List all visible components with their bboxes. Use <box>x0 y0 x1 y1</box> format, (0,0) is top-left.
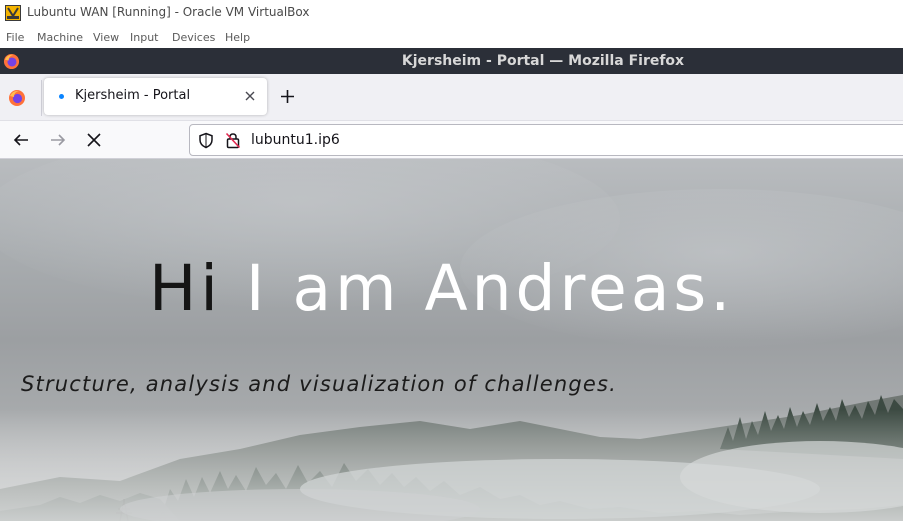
hero-greeting: Hi <box>149 252 222 325</box>
url-text[interactable]: lubuntu1.ip6 <box>251 132 340 148</box>
vm-screen[interactable]: Kjersheim - Portal — Mozilla Firefox Kje… <box>0 48 903 521</box>
vbox-title-bar: Lubuntu WAN [Running] - Oracle VM Virtua… <box>0 0 903 26</box>
url-bar[interactable]: lubuntu1.ip6 <box>189 124 903 156</box>
insecure-connection-lock-icon[interactable] <box>225 132 241 149</box>
tab-separator <box>41 80 42 116</box>
vbox-menubar: File Machine View Input Devices Help <box>0 28 903 47</box>
menu-machine[interactable]: Machine <box>37 31 83 44</box>
firefox-view-icon[interactable] <box>8 89 26 107</box>
virtualbox-logo-icon <box>5 5 21 21</box>
forward-arrow-icon[interactable] <box>49 131 67 149</box>
tab-label: Kjersheim - Portal <box>75 88 191 103</box>
vbox-window-title: Lubuntu WAN [Running] - Oracle VM Virtua… <box>27 5 310 19</box>
tab-loading-indicator-icon <box>59 94 64 99</box>
tab-kjersheim-portal[interactable]: Kjersheim - Portal <box>44 78 267 115</box>
hero-subtitle: Structure, analysis and visualization of… <box>21 372 618 396</box>
hero-name: I am Andreas. <box>221 252 735 325</box>
page-content: Hi I am Andreas. Structure, analysis and… <box>0 159 903 521</box>
back-arrow-icon[interactable] <box>12 131 30 149</box>
navigation-toolbar: lubuntu1.ip6 <box>0 120 903 159</box>
menu-view[interactable]: View <box>93 31 119 44</box>
firefox-window-title: Kjersheim - Portal — Mozilla Firefox <box>401 53 685 69</box>
menu-file[interactable]: File <box>6 31 24 44</box>
new-tab-plus-icon[interactable] <box>279 88 296 105</box>
menu-help[interactable]: Help <box>225 31 250 44</box>
firefox-titlebar: Kjersheim - Portal — Mozilla Firefox <box>0 48 903 74</box>
hero-heading: Hi I am Andreas. <box>149 257 734 320</box>
tab-strip: Kjersheim - Portal <box>0 74 903 120</box>
menu-devices[interactable]: Devices <box>172 31 215 44</box>
misty-forest-background <box>0 159 903 521</box>
menu-input[interactable]: Input <box>130 31 158 44</box>
stop-loading-icon[interactable] <box>85 131 103 149</box>
close-tab-icon[interactable] <box>243 89 257 103</box>
tracking-protection-shield-icon[interactable] <box>198 132 214 149</box>
